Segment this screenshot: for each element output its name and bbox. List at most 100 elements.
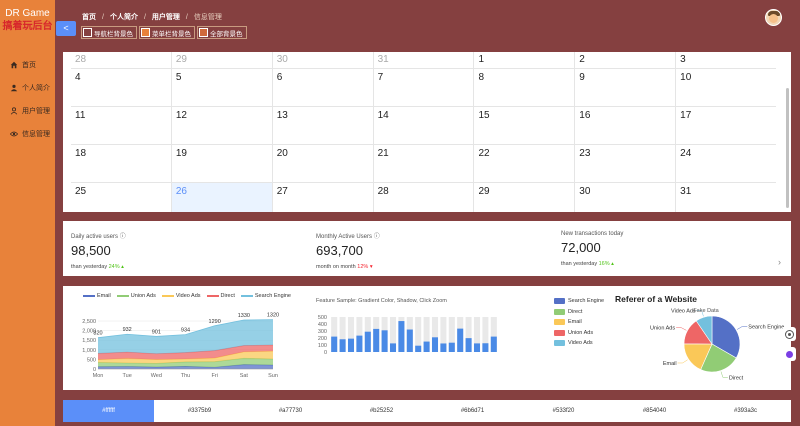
calendar-day-cell[interactable]: 19 [170, 145, 272, 182]
calendar-day-cell[interactable]: 20 [271, 145, 373, 182]
bar [473, 343, 481, 352]
legend-item[interactable]: Union Ads [116, 293, 156, 299]
legend-item[interactable]: Union Ads [554, 328, 604, 339]
legend-label: Search Engine [568, 298, 605, 305]
palette-color-option[interactable]: #533f20 [518, 400, 609, 422]
eye-icon [10, 131, 18, 136]
user-icon [10, 84, 18, 91]
breadcrumb-separator: / [102, 13, 104, 21]
avatar[interactable] [765, 9, 782, 26]
palette-color-option[interactable]: #b25252 [336, 400, 427, 422]
calendar-day-cell[interactable]: 30 [271, 52, 373, 68]
data-label: 934 [181, 328, 190, 334]
navbar-bg-toggle[interactable]: 导航栏背景色 [81, 26, 137, 39]
collapse-sidebar-button[interactable]: < [56, 21, 76, 36]
calendar-day-cell[interactable]: 27 [271, 183, 373, 212]
data-label: 932 [123, 327, 132, 333]
legend-label: Email [568, 319, 582, 326]
calendar-day-cell[interactable]: 13 [271, 107, 373, 144]
legend-marker [116, 295, 129, 297]
menu-bg-toggle[interactable]: 菜单栏背景色 [139, 26, 195, 39]
legend-item[interactable]: Search Engine [240, 293, 291, 299]
calendar-day-cell[interactable]: 1 [473, 52, 574, 68]
pie-label-line [676, 327, 687, 331]
legend-marker [161, 295, 174, 297]
calendar-day-cell[interactable]: 10 [675, 69, 776, 106]
calendar-day-cell[interactable]: 28 [372, 183, 474, 212]
palette-color-option[interactable]: #854040 [609, 400, 700, 422]
stat-comparison: than yesterday 24% ▴ [71, 264, 124, 270]
palette-color-option[interactable]: #393a3c [700, 400, 791, 422]
trend-up-icon: ▴ [121, 264, 124, 270]
scrollbar[interactable] [786, 88, 789, 208]
calendar-grid: 28 29 30 31 1 2 3 4 5 6 7 8 9 10 11 12 13 14 15 16 17 18 19 20 2… [71, 52, 776, 212]
legend-item[interactable]: Video Ads [161, 293, 201, 299]
sidebar-item-info[interactable]: 信息管理 [0, 122, 55, 145]
calendar-week-row: 4 5 6 7 8 9 10 [71, 69, 776, 107]
sidebar-item-profile[interactable]: 个人简介 [0, 76, 55, 99]
calendar-day-cell[interactable]: 31 [675, 183, 776, 212]
bar [347, 338, 355, 352]
palette-color-option[interactable]: #ffffff [63, 400, 154, 422]
calendar-day-cell[interactable]: 17 [675, 107, 776, 144]
calendar-day-cell[interactable]: 31 [372, 52, 474, 68]
calendar-day-cell[interactable]: 8 [473, 69, 574, 106]
legend-item[interactable]: Direct [554, 307, 604, 318]
calendar-day-cell[interactable]: 9 [574, 69, 675, 106]
legend-label: Union Ads [568, 329, 594, 336]
calendar-day-cell[interactable]: 30 [574, 183, 675, 212]
y-tick-label: 400 [318, 322, 327, 328]
breadcrumb-users[interactable]: 用户管理 [152, 12, 180, 22]
calendar-day-cell[interactable]: 18 [71, 145, 171, 182]
calendar-day-cell[interactable]: 5 [170, 69, 272, 106]
palette-color-option[interactable]: #a77730 [245, 400, 336, 422]
legend-item[interactable]: Direct [206, 293, 235, 299]
calendar-day-cell[interactable]: 6 [271, 69, 373, 106]
theme-float-button[interactable] [782, 347, 796, 361]
chevron-right-icon[interactable]: › [778, 257, 781, 267]
calendar-day-cell[interactable]: 29 [170, 52, 272, 68]
x-tick-label: Wed [151, 373, 162, 379]
calendar-day-cell[interactable]: 28 [71, 52, 171, 68]
legend-item[interactable]: Video Ads [554, 338, 604, 349]
bar [431, 337, 439, 352]
all-bg-toggle[interactable]: 全部背景色 [197, 26, 247, 39]
calendar-day-cell[interactable]: 21 [372, 145, 474, 182]
info-icon: ⓘ [373, 234, 380, 240]
legend-item[interactable]: Email [554, 317, 604, 328]
calendar-day-cell[interactable]: 3 [675, 52, 776, 68]
calendar-day-cell[interactable]: 25 [71, 183, 171, 212]
stat-label: Daily active users ⓘ [71, 234, 126, 240]
bar [373, 328, 380, 352]
y-tick-label: 2,500 [82, 319, 96, 325]
bar [482, 343, 489, 352]
sidebar-item-home[interactable]: 首页 [0, 53, 55, 76]
legend-item[interactable]: Email [83, 293, 111, 299]
calendar-day-cell[interactable]: 22 [473, 145, 574, 182]
legend-item[interactable]: Search Engine [554, 296, 604, 307]
sidebar-item-users[interactable]: 用户管理 [0, 99, 55, 122]
calendar-day-cell[interactable]: 29 [473, 183, 574, 212]
calendar-day-cell[interactable]: 26 [170, 183, 272, 212]
breadcrumb-profile[interactable]: 个人简介 [110, 12, 138, 22]
calendar-day-cell[interactable]: 23 [574, 145, 675, 182]
calendar-week-row: 28 29 30 31 1 2 3 [71, 52, 776, 69]
pie-label-line [736, 326, 748, 330]
pie-label-line [720, 371, 728, 378]
palette-color-option[interactable]: #3375b9 [154, 400, 245, 422]
chart-title: Feature Sample: Gradient Color, Shadow, … [316, 298, 447, 304]
settings-float-button[interactable] [782, 327, 796, 341]
calendar-day-cell[interactable]: 7 [372, 69, 474, 106]
pie-chart: Referer of a Website Search Engine Direct… [549, 286, 789, 390]
calendar-day-cell[interactable]: 16 [574, 107, 675, 144]
calendar-day-cell[interactable]: 2 [574, 52, 675, 68]
breadcrumb-home[interactable]: 首页 [82, 12, 96, 22]
calendar-day-cell[interactable]: 15 [473, 107, 574, 144]
calendar-day-cell[interactable]: 24 [675, 145, 776, 182]
calendar-day-cell[interactable]: 14 [372, 107, 474, 144]
palette-color-option[interactable]: #6b6d71 [427, 400, 518, 422]
calendar-day-cell[interactable]: 11 [71, 107, 171, 144]
calendar-day-cell[interactable]: 4 [71, 69, 171, 106]
bar [440, 343, 447, 352]
calendar-day-cell[interactable]: 12 [170, 107, 272, 144]
